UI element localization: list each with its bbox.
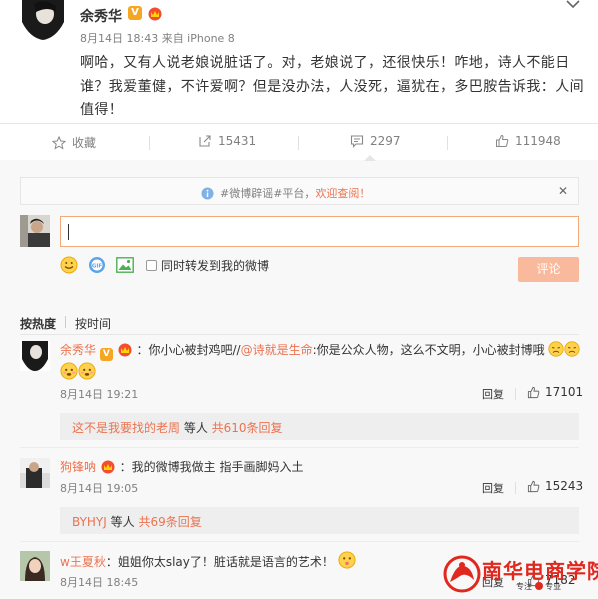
- post-text-line-3: 值得！: [80, 102, 124, 118]
- svg-text:GIF: GIF: [92, 263, 103, 269]
- vip-crown-icon: [101, 460, 115, 474]
- emoji-icon[interactable]: [60, 256, 78, 274]
- favorite-label: 收藏: [72, 136, 97, 150]
- thinking-emoji-icon: [338, 551, 356, 569]
- favorite-button[interactable]: 收藏: [52, 134, 96, 151]
- embarrassed-emoji-icon: [60, 362, 78, 380]
- thumbs-up-icon: [527, 386, 540, 398]
- comment-text-cont: :你是公众人物，这么不文明，小心被封博哦: [312, 343, 545, 357]
- submit-comment-button[interactable]: 评论: [518, 257, 579, 282]
- info-icon: [201, 187, 214, 199]
- comment-text: ：你小心被封鸡吧//: [136, 343, 241, 357]
- sub-reply-count[interactable]: 共69条回复: [138, 515, 201, 529]
- repost-checkbox-label: 同时转发到我的微博: [161, 258, 270, 273]
- embarrassed-emoji-icon: [78, 362, 96, 380]
- sub-reply-user[interactable]: BYHYJ: [72, 515, 107, 529]
- crying-emoji-icon: [564, 341, 581, 357]
- comment-avatar[interactable]: [20, 341, 50, 371]
- watermark-logo: 南华电商学院 专注 专业: [442, 554, 598, 594]
- sub-reply-mid: 等人: [180, 421, 212, 435]
- watermark-sub: 专注 专业: [516, 581, 561, 592]
- like-button[interactable]: 111948: [495, 134, 561, 148]
- action-separator: [149, 136, 150, 150]
- comment-time: 8月14日 19:21: [60, 388, 139, 401]
- watermark-sub-1: 专注: [516, 582, 532, 591]
- comment-input[interactable]: [60, 216, 579, 247]
- post-text-line-2: 谁？我爱董健，不许爱啊？但是没办法，人没死，逼犹在，多巴胺告诉我：人间: [80, 79, 584, 95]
- sub-reply-user[interactable]: 这不是我要找的老周: [72, 421, 180, 435]
- comment-author[interactable]: w王夏秋: [60, 555, 106, 569]
- sub-reply-mid: 等人: [106, 515, 139, 529]
- repost-checkbox[interactable]: [146, 259, 157, 271]
- watermark-dot: [534, 582, 543, 590]
- comment-icon: [350, 135, 364, 148]
- comment-button[interactable]: 2297: [350, 134, 401, 148]
- post-text-line-1: 啊哈，又有人说老娘说脏话了。对，老娘说了，还很快乐！咋地，诗人不能日: [80, 55, 570, 71]
- divider: [20, 334, 579, 335]
- verified-badge: V: [128, 6, 142, 20]
- comment-text: ：我的微博我做主 指手画脚妈入土: [119, 460, 304, 474]
- sort-separator: [65, 316, 66, 328]
- thumbs-up-icon: [496, 134, 509, 147]
- sub-replies-box[interactable]: BYHYJ 等人 共69条回复: [60, 507, 579, 534]
- action-bar: 收藏 15431 2297 111948: [0, 124, 598, 160]
- watermark-sub-2: 专业: [545, 582, 562, 591]
- action-separator: [447, 136, 448, 150]
- comment-avatar[interactable]: [20, 458, 50, 488]
- vip-crown-icon: [118, 343, 132, 357]
- chevron-down-icon[interactable]: [566, 0, 580, 10]
- comment-mention[interactable]: @诗就是生命: [241, 343, 313, 357]
- reply-button[interactable]: 回复: [482, 386, 504, 402]
- sort-by-time-tab[interactable]: 按时间: [75, 315, 111, 332]
- comment-count: 2297: [370, 134, 401, 148]
- repost-button[interactable]: 15431: [198, 134, 256, 148]
- comment-time: 8月14日 19:05: [60, 482, 139, 495]
- action-separator: [515, 388, 516, 400]
- composer-toolbar: GIF 同时转发到我的微博: [60, 256, 269, 274]
- author-avatar[interactable]: [20, 0, 66, 40]
- comment-body: 余秀华 V ：你小心被封鸡吧//@诗就是生命:你是公众人物，这么不文明，小心被封…: [60, 341, 581, 361]
- repost-count: 15431: [218, 134, 257, 148]
- comment-body: w王夏秋：姐姐你太slay了！脏话就是语言的艺术！: [60, 551, 356, 570]
- post-author-name[interactable]: 余秀华: [80, 6, 122, 26]
- like-count: 111948: [515, 134, 561, 148]
- action-separator: [298, 136, 299, 150]
- post-meta: 8月14日 18:43 来自 iPhone 8: [80, 32, 235, 45]
- verified-badge: V: [99, 348, 113, 361]
- sub-reply-count[interactable]: 共610条回复: [212, 421, 283, 435]
- text-cursor: [68, 224, 69, 240]
- comment-pointer-arrow: [364, 155, 376, 161]
- close-icon[interactable]: ✕: [558, 184, 568, 198]
- action-separator: [515, 482, 516, 494]
- comment-body: 狗锋呐 ：我的微博我做主 指手画脚妈入土: [60, 458, 304, 475]
- comment-author[interactable]: 余秀华: [60, 343, 96, 357]
- reply-button[interactable]: 回复: [482, 480, 504, 496]
- image-icon[interactable]: [116, 257, 134, 273]
- comment-emoji-row: [60, 362, 96, 381]
- sort-by-hot-tab[interactable]: 按热度: [20, 315, 56, 332]
- comment-avatar[interactable]: [20, 551, 50, 581]
- watermark-title: 南华电商学院: [482, 559, 598, 583]
- comment-text: ：姐姐你太slay了！脏话就是语言的艺术！: [105, 555, 334, 569]
- notice-link[interactable]: 欢迎查阅！: [315, 185, 370, 201]
- star-icon: [52, 135, 66, 150]
- comment-like-button[interactable]: 17101: [527, 385, 583, 399]
- repost-icon: [199, 135, 211, 147]
- rumor-notice-bar: #微博辟谣#平台， 欢迎查阅！ ✕: [20, 177, 579, 205]
- comment-like-count: 15243: [545, 479, 584, 493]
- sub-replies-box[interactable]: 这不是我要找的老周 等人 共610条回复: [60, 413, 579, 440]
- vip-crown-icon: [148, 7, 162, 21]
- comment-like-button[interactable]: 15243: [527, 479, 583, 493]
- gif-icon[interactable]: GIF: [88, 256, 106, 274]
- comment-like-count: 17101: [545, 385, 584, 399]
- comment-time: 8月14日 18:45: [60, 576, 139, 589]
- repost-to-weibo-option[interactable]: 同时转发到我的微博: [146, 257, 269, 274]
- comment-author[interactable]: 狗锋呐: [60, 460, 96, 474]
- notice-text: #微博辟谣#平台，: [220, 187, 316, 200]
- divider: [20, 541, 579, 542]
- current-user-avatar[interactable]: [20, 215, 50, 247]
- divider: [20, 447, 579, 448]
- crying-emoji-icon: [548, 341, 565, 357]
- thumbs-up-icon: [527, 480, 540, 492]
